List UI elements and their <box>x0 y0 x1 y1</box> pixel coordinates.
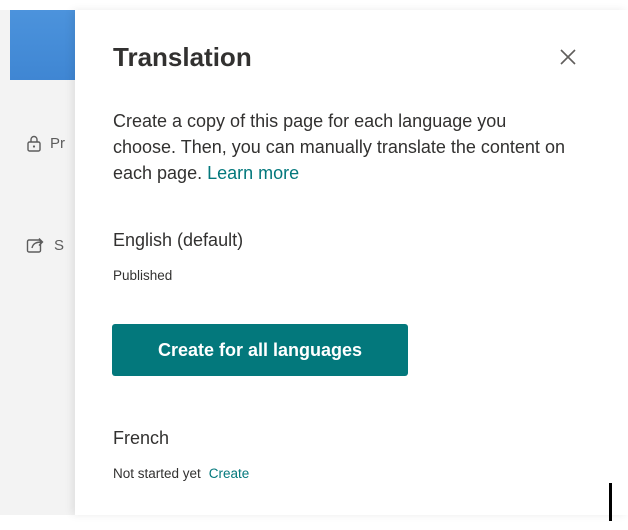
language-name-french: French <box>113 428 170 448</box>
lock-icon <box>26 134 42 152</box>
page-header-banner <box>10 10 76 80</box>
panel-description: Create a copy of this page for each lang… <box>113 108 573 186</box>
default-language-name: English (default) <box>113 230 244 250</box>
create-french-link[interactable]: Create <box>209 466 250 481</box>
status-text: Not started yet <box>113 466 201 481</box>
background-item-label: Pr <box>50 134 65 152</box>
default-language-status: Published <box>113 268 172 283</box>
description-text: Create a copy of this page for each lang… <box>113 111 565 183</box>
text-cursor <box>609 483 612 521</box>
app-window: Pr S Translation Create a copy of this p… <box>0 0 628 530</box>
status-text: Published <box>113 268 173 283</box>
share-icon <box>26 236 46 254</box>
learn-more-link[interactable]: Learn more <box>207 163 299 183</box>
language-status-french: Not started yet Create <box>113 466 249 481</box>
close-button[interactable] <box>553 44 583 74</box>
close-icon <box>559 48 577 71</box>
panel-title: Translation <box>113 42 252 72</box>
background-item-private[interactable]: Pr <box>26 134 65 152</box>
create-for-all-languages-button[interactable]: Create for all languages <box>112 324 408 376</box>
background-item-label: S <box>54 236 65 254</box>
translation-panel: Translation Create a copy of this page f… <box>75 10 628 515</box>
background-item-share[interactable]: S <box>26 236 64 254</box>
